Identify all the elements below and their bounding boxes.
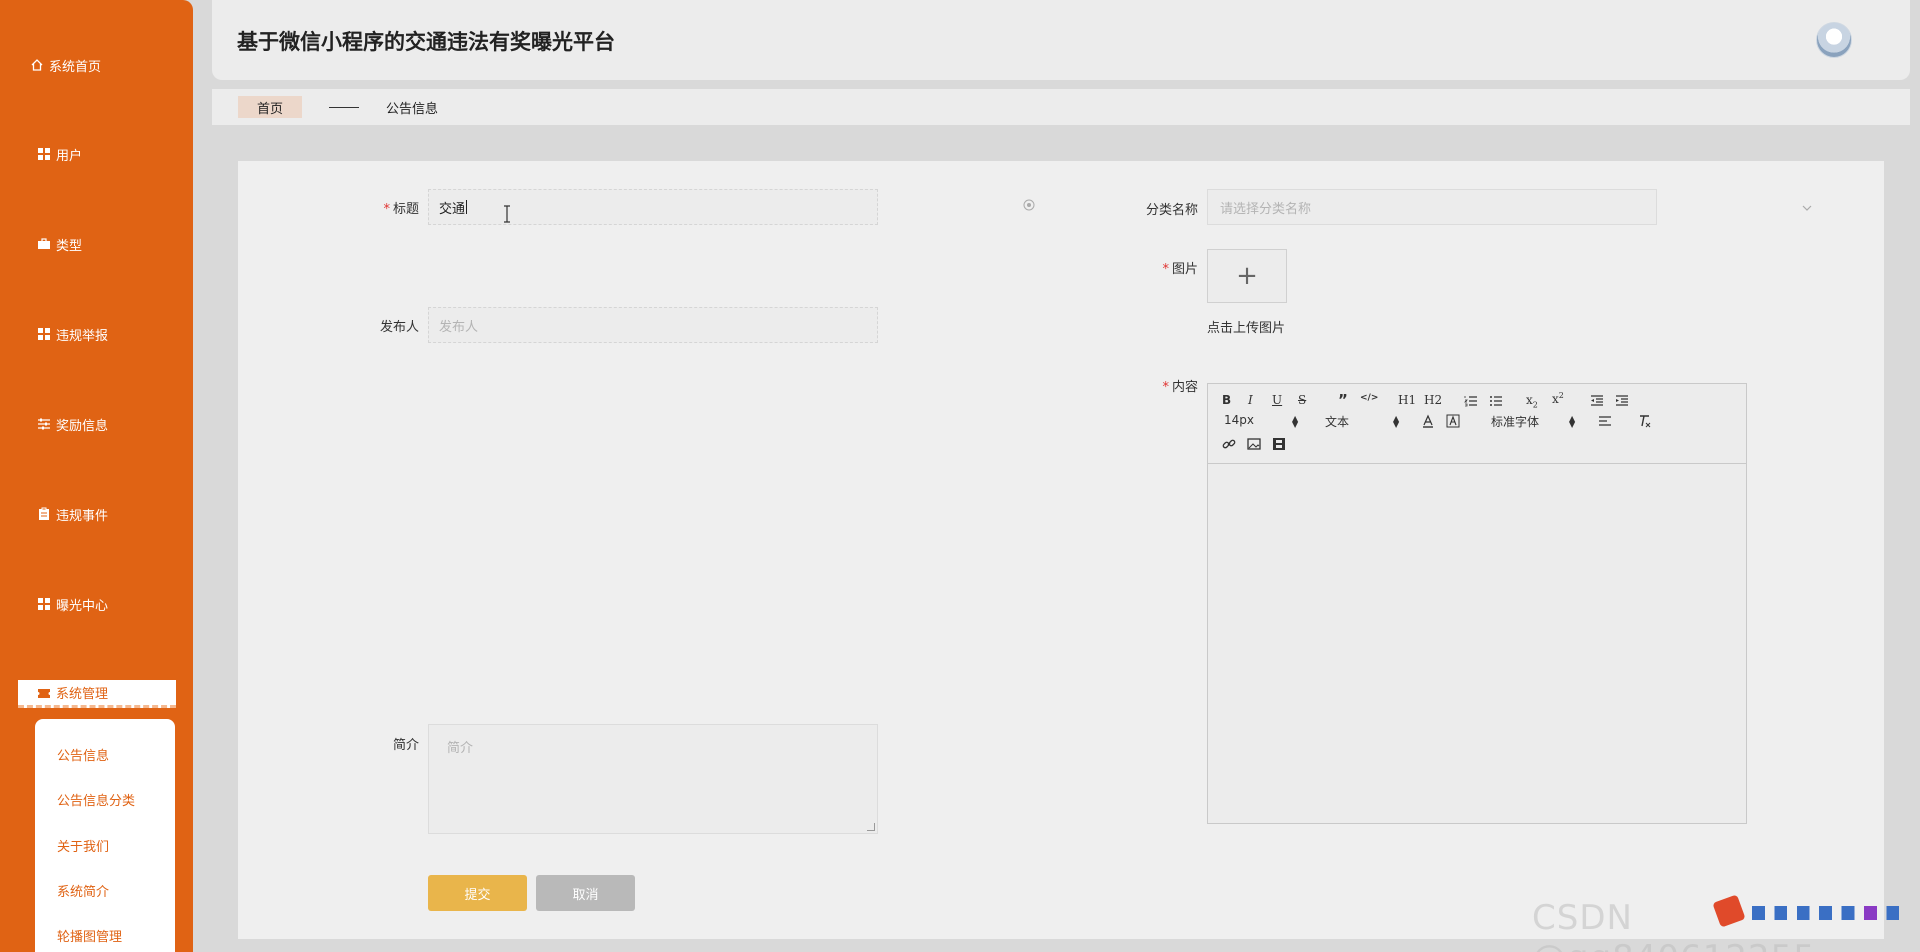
category-select[interactable]: 请选择分类名称 [1207, 189, 1657, 225]
sliders-icon [37, 417, 51, 431]
background-color-icon[interactable] [1446, 414, 1460, 428]
system-tray [1712, 894, 1920, 928]
sidebar-item-exposure-center[interactable]: 曝光中心 [0, 589, 193, 619]
text-style-select[interactable]: 文本 ▲ ▼ [1325, 413, 1405, 430]
strike-button[interactable]: S [1298, 393, 1306, 407]
ime-logo-icon [1712, 894, 1746, 928]
grid-icon [37, 147, 51, 161]
cancel-button[interactable]: 取消 [536, 875, 635, 911]
briefcase-icon [37, 237, 51, 251]
submenu-item-announcement-categories[interactable]: 公告信息分类 [57, 790, 135, 809]
italic-button[interactable]: I [1248, 393, 1253, 407]
summary-textarea[interactable]: 简介 [428, 724, 878, 834]
summary-label: 简介 [392, 738, 419, 753]
category-label: 分类名称 [1145, 203, 1198, 218]
sidebar-item-label: 类型 [56, 238, 83, 254]
indent-icon[interactable] [1615, 394, 1629, 408]
sidebar-item-label: 系统管理 [56, 687, 109, 702]
sidebar-item-violation-report[interactable]: 违规举报 [0, 319, 193, 349]
bullet-list-icon[interactable] [1489, 394, 1503, 408]
sidebar-item-label: 曝光中心 [56, 598, 109, 614]
video-icon[interactable] [1272, 437, 1286, 451]
header: 基于微信小程序的交通违法有奖曝光平台 [212, 0, 1910, 80]
sidebar: 系统首页 用户 类型 违规举报 奖励信息 违规事件 曝光中心 系统管理 公告信息… [0, 0, 193, 952]
content-label: * 内容 [1162, 380, 1198, 395]
sidebar-item-system-management[interactable]: 系统管理 [18, 680, 176, 708]
blockquote-button[interactable]: ” [1338, 391, 1348, 409]
clipboard-icon [37, 507, 51, 521]
h2-button[interactable]: H2 [1424, 393, 1442, 407]
sidebar-item-home[interactable]: 系统首页 [0, 50, 193, 80]
code-block-button[interactable]: </> [1360, 393, 1378, 403]
outdent-icon[interactable] [1590, 394, 1604, 408]
sidebar-item-label: 违规事件 [56, 508, 109, 524]
resize-handle[interactable] [867, 823, 875, 831]
title-input[interactable]: 交通 [428, 189, 878, 225]
bold-button[interactable]: B [1222, 393, 1231, 407]
sidebar-item-users[interactable]: 用户 [0, 139, 193, 169]
sidebar-item-rewards[interactable]: 奖励信息 [0, 409, 193, 439]
sidebar-item-label: 违规举报 [56, 328, 109, 344]
align-icon[interactable] [1598, 414, 1612, 428]
avatar[interactable] [1816, 22, 1852, 58]
title-label: * 标题 [383, 202, 419, 217]
text-cursor-icon [504, 205, 510, 223]
ticket-icon [37, 686, 51, 700]
subscript-button[interactable]: x2 [1526, 393, 1538, 409]
link-icon[interactable] [1222, 437, 1236, 451]
breadcrumb-separator [329, 106, 359, 108]
system-management-submenu: 公告信息 公告信息分类 关于我们 系统简介 轮播图管理 [35, 719, 175, 952]
underline-button[interactable]: U [1272, 393, 1282, 407]
editor-toolbar: B I U S ” </> H1 H2 x2 x2 14px ▲ ▼ 文本 ▲ ▼ 标准… [1208, 384, 1746, 464]
publisher-input[interactable]: 发布人 [428, 307, 878, 343]
home-icon [30, 58, 44, 72]
submenu-item-announcements[interactable]: 公告信息 [57, 745, 109, 764]
chevron-down-icon[interactable] [1802, 203, 1812, 213]
superscript-button[interactable]: x2 [1552, 391, 1564, 406]
sidebar-item-violation-events[interactable]: 违规事件 [0, 499, 193, 529]
grid-icon [37, 327, 51, 341]
tray-icons [1752, 906, 1912, 920]
submenu-item-carousel-management[interactable]: 轮播图管理 [57, 926, 122, 945]
sidebar-item-label: 系统首页 [49, 59, 102, 75]
ordered-list-icon[interactable] [1464, 394, 1478, 408]
image-icon[interactable] [1247, 437, 1261, 451]
submenu-item-about-us[interactable]: 关于我们 [57, 836, 109, 855]
breadcrumb: 首页 公告信息 [212, 89, 1910, 125]
clear-icon[interactable] [1023, 199, 1035, 211]
rich-text-editor[interactable]: B I U S ” </> H1 H2 x2 x2 14px ▲ ▼ 文本 ▲ ▼ 标准… [1207, 383, 1747, 824]
submenu-item-system-intro[interactable]: 系统简介 [57, 881, 109, 900]
grid-icon [37, 597, 51, 611]
font-color-icon[interactable] [1421, 414, 1435, 428]
image-label: * 图片 [1162, 262, 1198, 277]
sidebar-item-label: 奖励信息 [56, 418, 109, 434]
image-upload-button[interactable]: + [1207, 249, 1287, 303]
font-family-select[interactable]: 标准字体 ▲ ▼ [1491, 413, 1581, 430]
sidebar-item-label: 用户 [56, 148, 83, 164]
sidebar-item-types[interactable]: 类型 [0, 229, 193, 259]
breadcrumb-home[interactable]: 首页 [238, 96, 302, 118]
h1-button[interactable]: H1 [1398, 393, 1416, 407]
font-size-select[interactable]: 14px ▲ ▼ [1224, 413, 1304, 429]
breadcrumb-current: 公告信息 [386, 101, 439, 117]
upload-hint: 点击上传图片 [1207, 321, 1286, 336]
page-title: 基于微信小程序的交通违法有奖曝光平台 [237, 30, 615, 54]
publisher-label: 发布人 [379, 320, 419, 335]
required-mark: * [383, 202, 390, 217]
submit-button[interactable]: 提交 [428, 875, 527, 911]
clear-format-icon[interactable] [1638, 414, 1652, 428]
